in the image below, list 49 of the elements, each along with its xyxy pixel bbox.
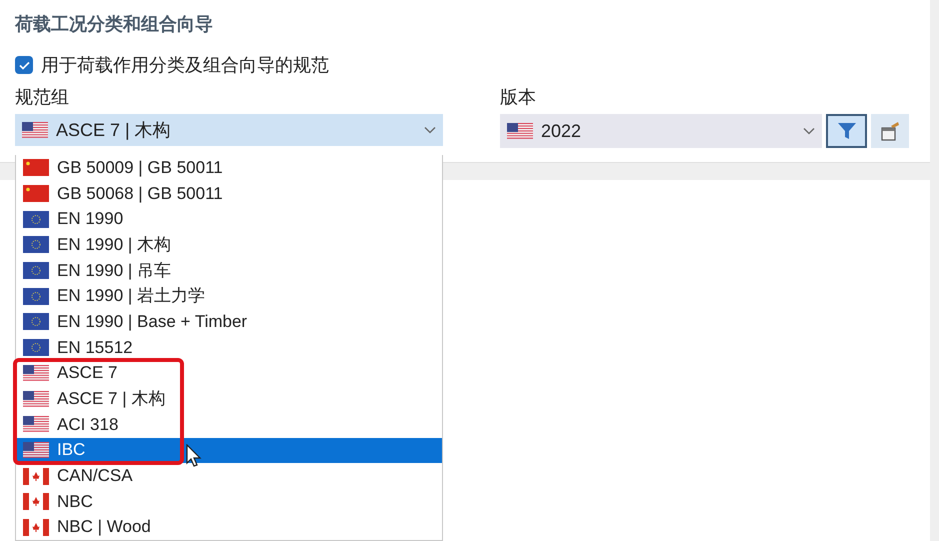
- flag-icon: [23, 159, 49, 176]
- dropdown-option[interactable]: EN 15512: [20, 338, 136, 358]
- dropdown-option[interactable]: GB 50009 | GB 50011: [20, 158, 226, 178]
- dropdown-option[interactable]: EN 1990 | 吊车: [20, 260, 174, 281]
- flag-icon: [22, 122, 48, 138]
- flag-icon: [23, 313, 49, 330]
- dropdown-option[interactable]: EN 1990 | Base + Timber: [20, 312, 250, 332]
- flag-icon: [23, 416, 49, 434]
- field-label: 规范组: [15, 86, 69, 109]
- mouse-cursor-icon: [186, 444, 202, 468]
- flag-icon: [23, 364, 49, 382]
- checkbox-label: 用于荷载作用分类及组合向导的规范: [41, 54, 329, 76]
- dropdown-option[interactable]: CAN/CSA: [20, 466, 136, 486]
- dropdown-option[interactable]: EN 1990 | 岩土力学: [20, 286, 208, 306]
- flag-icon: [23, 236, 49, 254]
- dropdown-option[interactable]: EN 1990 | 木构: [20, 234, 174, 255]
- flag-icon: [23, 339, 49, 356]
- chevron-down-icon: [424, 126, 436, 134]
- filter-icon: [836, 122, 856, 140]
- chevron-down-icon: [803, 127, 815, 135]
- standard-group-dropdown[interactable]: ASCE 7 | 木构: [15, 114, 443, 146]
- tool-button[interactable]: [871, 114, 909, 148]
- dropdown-option[interactable]: ASCE 7 | 木构: [20, 389, 168, 410]
- flag-icon: [23, 185, 49, 202]
- flag-icon: [23, 518, 49, 536]
- checkbox[interactable]: [15, 56, 33, 74]
- section-title: 荷载工况分类和组合向导: [15, 13, 213, 36]
- edition-dropdown[interactable]: 2022: [500, 114, 822, 148]
- flag-icon: [23, 390, 49, 408]
- field-label: 版本: [500, 86, 536, 109]
- flag-icon: [23, 468, 49, 485]
- dropdown-option[interactable]: ASCE 7: [20, 363, 120, 384]
- dropdown-option[interactable]: GB 50068 | GB 50011: [20, 184, 226, 204]
- dropdown-option[interactable]: ACI 318: [20, 414, 122, 435]
- dropdown-option[interactable]: NBC: [20, 492, 96, 512]
- check-icon: [18, 60, 30, 70]
- flag-icon: [23, 493, 49, 510]
- dropdown-value: 2022: [541, 120, 582, 142]
- dropdown-option[interactable]: NBC | Wood: [20, 517, 154, 538]
- flag-icon: [23, 262, 49, 280]
- filter-button[interactable]: [826, 114, 867, 148]
- dropdown-option[interactable]: IBC: [16, 438, 442, 464]
- dropdown-value: ASCE 7 | 木构: [56, 118, 172, 142]
- flag-icon: [23, 210, 49, 228]
- flag-icon: [23, 288, 49, 305]
- dropdown-option[interactable]: EN 1990: [20, 209, 126, 230]
- flag-icon: [23, 442, 49, 459]
- window-tool-icon: [879, 120, 901, 142]
- flag-icon: [507, 122, 533, 140]
